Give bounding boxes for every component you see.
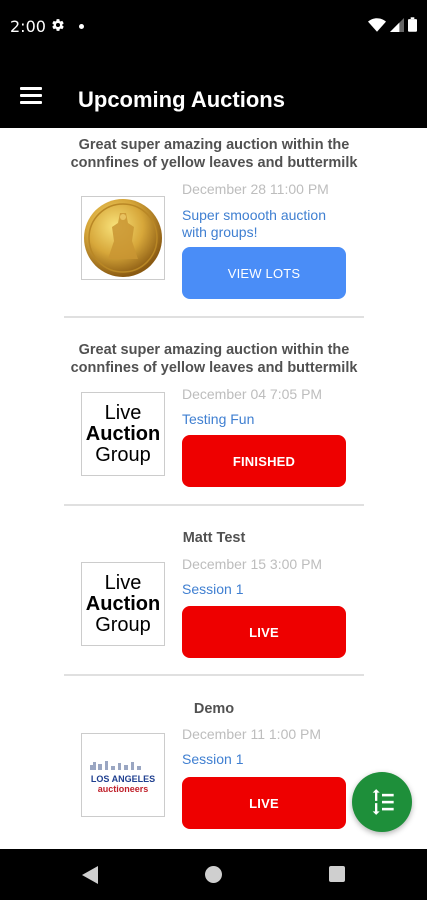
back-icon[interactable] [82, 866, 98, 884]
sort-fab-button[interactable] [352, 772, 412, 832]
auction-thumbnail [81, 196, 165, 280]
auction-title: Great super amazing auction within the c… [70, 137, 358, 171]
card-divider [64, 316, 364, 318]
city-skyline-icon [90, 760, 141, 770]
app-bar: Upcoming Auctions [0, 56, 427, 128]
auction-thumbnail: Live Auction Group [81, 562, 165, 646]
auction-subtitle[interactable]: Super smoooth auction with groups! [182, 207, 352, 241]
live-button[interactable]: LIVE [182, 606, 346, 658]
auction-date: December 04 7:05 PM [182, 386, 323, 402]
card-divider [64, 674, 364, 676]
auction-title: Matt Test [182, 530, 246, 546]
live-auction-group-logo: Live Auction Group [85, 571, 161, 636]
auction-date: December 11 1:00 PM [182, 726, 322, 742]
auction-subtitle[interactable]: Session 1 [182, 581, 352, 598]
recent-apps-icon[interactable] [329, 866, 345, 882]
auction-subtitle[interactable]: Session 1 [182, 751, 352, 768]
live-button[interactable]: LIVE [182, 777, 346, 829]
auction-date: December 28 11:00 PM [182, 181, 329, 197]
page-title: Upcoming Auctions [78, 87, 285, 112]
card-divider [64, 504, 364, 506]
wifi-icon [368, 17, 386, 32]
view-lots-button[interactable]: VIEW LOTS [182, 247, 346, 299]
auction-title: Demo [193, 701, 235, 717]
battery-icon [408, 17, 417, 32]
status-time: 2:00 [10, 17, 46, 36]
auction-list[interactable]: Great super amazing auction within the c… [0, 128, 427, 849]
auction-thumbnail: Live Auction Group [81, 392, 165, 476]
cell-signal-icon [390, 17, 404, 32]
home-icon[interactable] [205, 866, 222, 883]
finished-button[interactable]: FINISHED [182, 435, 346, 487]
auction-thumbnail: LOS ANGELES auctioneers [81, 733, 165, 817]
live-auction-group-logo: Live Auction Group [85, 401, 161, 466]
notification-dot-icon [79, 24, 84, 29]
hamburger-menu-icon[interactable] [20, 87, 42, 104]
system-nav-bar [0, 849, 427, 900]
status-icons [368, 17, 417, 32]
auction-subtitle[interactable]: Testing Fun [182, 411, 352, 428]
gold-coin-icon [84, 199, 162, 277]
auction-title: Great super amazing auction within the c… [70, 342, 358, 376]
los-angeles-auctioneers-logo: LOS ANGELES auctioneers [83, 757, 163, 794]
sort-icon [372, 789, 394, 815]
status-bar: 2:00 [0, 0, 427, 56]
auction-date: December 15 3:00 PM [182, 556, 323, 572]
settings-gear-icon [51, 18, 65, 37]
